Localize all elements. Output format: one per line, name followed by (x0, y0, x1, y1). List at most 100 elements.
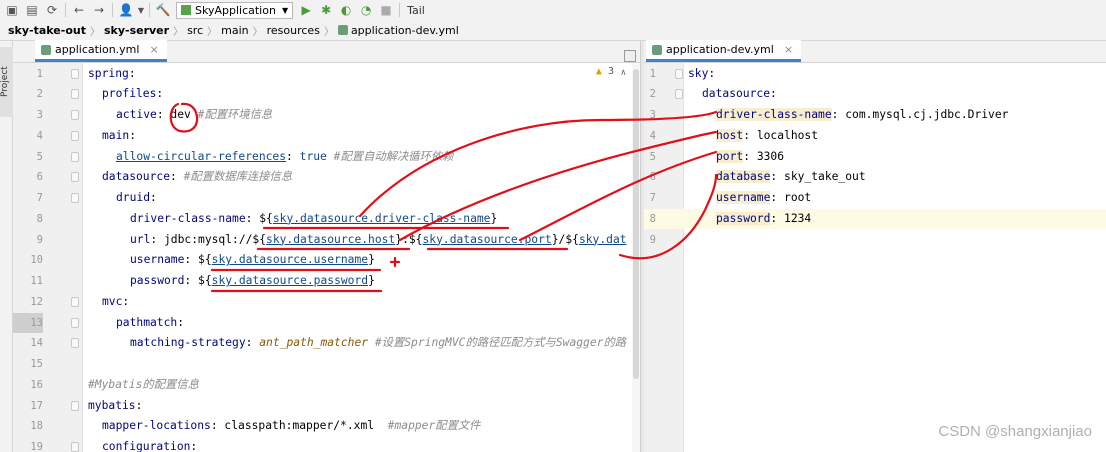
coverage-icon[interactable]: ◐ (336, 1, 356, 19)
line-number: 9 (36, 233, 43, 246)
fold-marker-icon[interactable] (675, 89, 683, 100)
code-line[interactable]: 17 mybatis: (13, 396, 640, 417)
toolbar-separator (399, 3, 401, 17)
code-line[interactable]: 8 password: 1234 (644, 208, 1106, 230)
tab-application-dev-yml[interactable]: application-dev.yml × (646, 40, 802, 62)
close-icon[interactable]: × (149, 43, 158, 56)
fold-marker-icon[interactable] (71, 89, 79, 100)
tail-button[interactable]: Tail (403, 4, 429, 17)
build-icon[interactable]: 🔨 (153, 1, 173, 19)
code-line[interactable]: 8 driver-class-name: ${sky.datasource.dri… (13, 209, 640, 230)
profile-icon[interactable]: ◔ (356, 1, 376, 19)
code-line[interactable]: 1 spring: (13, 64, 640, 85)
code-line[interactable]: 1 sky: (644, 64, 1106, 85)
fold-marker-icon[interactable] (71, 110, 79, 120)
code-token: : (156, 87, 164, 101)
yaml-key: mvc (102, 294, 123, 308)
tab-application-yml[interactable]: application.yml × (35, 40, 167, 62)
code-token: : (770, 87, 777, 101)
code-line[interactable]: 2 profiles: (13, 84, 640, 105)
back-icon[interactable]: ← (69, 1, 89, 19)
fold-marker-icon[interactable] (71, 296, 79, 307)
breadcrumb-resources[interactable]: resources (263, 24, 324, 37)
stop-icon[interactable]: ■ (376, 1, 396, 19)
save-icon[interactable]: ▣ (2, 1, 22, 19)
code-line[interactable]: 3 driver-class-name: com.mysql.cj.jdbc.Dr… (644, 105, 1106, 126)
code-line[interactable]: 2 datasource: (644, 84, 1106, 105)
fold-marker-icon[interactable] (71, 68, 79, 79)
code-line[interactable]: 16 #Mybatis的配置信息 (13, 375, 640, 396)
code-token: ant_path_matcher (259, 336, 375, 350)
run-configuration-label: SkyApplication (195, 3, 276, 17)
code-line[interactable]: 7 druid: (13, 188, 640, 209)
save-all-icon[interactable]: ▤ (22, 1, 42, 19)
breadcrumb-project[interactable]: sky-take-out (4, 24, 90, 37)
code-line[interactable]: 5 allow-circular-references: true #配置自动解决… (13, 147, 640, 168)
code-line[interactable]: 6 datasource: #配置数据库连接信息 (13, 167, 640, 188)
code-line[interactable]: 15 (13, 354, 640, 375)
code-token: sky.dat (578, 232, 627, 246)
fold-marker-icon[interactable] (71, 400, 79, 411)
line-number: 2 (36, 88, 43, 101)
code-line[interactable]: 9 url: jdbc:mysql://${sky.datasource.host… (13, 230, 640, 251)
code-token: : (122, 294, 130, 308)
fold-marker-icon[interactable] (71, 151, 79, 162)
code-token: : 3306 (743, 149, 785, 163)
breadcrumb-main[interactable]: main (217, 24, 252, 37)
fold-marker-icon[interactable] (71, 338, 79, 349)
code-line[interactable]: 7 username: root (644, 188, 1106, 209)
toolbar-separator (112, 3, 113, 17)
code-text: configuration: (102, 437, 197, 452)
left-code-area[interactable]: ▲ 3 ∧ ∨ 1spring:2profiles:3active: dev #… (13, 63, 640, 452)
debug-icon[interactable]: ✱ (316, 1, 336, 19)
user-icon[interactable]: 👤 (116, 1, 136, 19)
code-text: driver-class-name: com.mysql.cj.jdbc.Dri… (716, 105, 1008, 126)
fold-marker-icon[interactable] (71, 317, 79, 328)
yaml-key: matching-strategy (130, 336, 246, 350)
line-number: 6 (36, 171, 43, 184)
fold-marker-icon[interactable] (71, 193, 79, 203)
code-token: : ${ (245, 211, 273, 225)
breadcrumb-src[interactable]: src (183, 24, 207, 37)
fold-marker-icon[interactable] (675, 68, 683, 79)
tool-window-strip: Project (0, 41, 13, 452)
close-icon[interactable]: × (784, 43, 793, 56)
project-tool-window-button[interactable]: Project (0, 47, 13, 117)
split-view-icon[interactable] (624, 50, 636, 62)
code-line[interactable]: 4 main: (13, 126, 640, 147)
right-code-area[interactable]: 1 sky: 2 datasource: 3 driver-class-name: com… (644, 63, 1106, 452)
yaml-key: driver-class-name (130, 211, 246, 225)
line-number: 1 (36, 67, 43, 80)
code-token: }:${ (395, 232, 423, 246)
run-icon[interactable]: ▶ (296, 1, 316, 19)
fold-marker-icon[interactable] (71, 442, 79, 452)
chevron-right-icon: 〉 (207, 26, 218, 38)
code-line[interactable]: 18 mapper-locations: classpath:mapper/*.x… (13, 416, 640, 437)
code-token: : classpath:mapper/*.xml (210, 419, 388, 433)
breadcrumb-file[interactable]: application-dev.yml (334, 24, 463, 37)
code-line[interactable]: 12 mvc: (13, 292, 640, 313)
code-text: host: localhost (716, 126, 818, 147)
code-line[interactable]: 5 port: 3306 (644, 147, 1106, 168)
run-configuration-select[interactable]: SkyApplication ▼ (176, 1, 294, 19)
code-line[interactable]: 14 matching-strategy: ant_path_matcher #设… (13, 333, 640, 354)
code-line[interactable]: 4 host: localhost (644, 126, 1106, 147)
code-line[interactable]: 11 password: ${sky.datasource.password} (13, 271, 640, 292)
code-line[interactable]: 13 pathmatch: (13, 312, 640, 334)
forward-icon[interactable]: → (89, 1, 109, 19)
code-line[interactable]: 19 configuration: (13, 437, 640, 452)
breadcrumb-module[interactable]: sky-server (100, 24, 173, 37)
code-line[interactable]: 10 username: ${sky.datasource.username} (13, 250, 640, 271)
yaml-key: configuration (102, 440, 191, 452)
fold-marker-icon[interactable] (71, 130, 79, 141)
code-line[interactable]: 9 (644, 230, 1106, 251)
fold-marker-icon[interactable] (71, 172, 79, 183)
yaml-key: pathmatch (116, 315, 178, 329)
dropdown-arrow-icon[interactable]: ▼ (136, 1, 146, 19)
code-text: spring: (88, 64, 136, 85)
sync-icon[interactable]: ⟳ (42, 1, 62, 19)
code-line[interactable]: 3 active: dev #配置环境信息 (13, 105, 640, 126)
code-token: : (177, 315, 185, 329)
yaml-file-icon (41, 44, 51, 55)
code-line[interactable]: 6 database: sky_take_out (644, 167, 1106, 188)
